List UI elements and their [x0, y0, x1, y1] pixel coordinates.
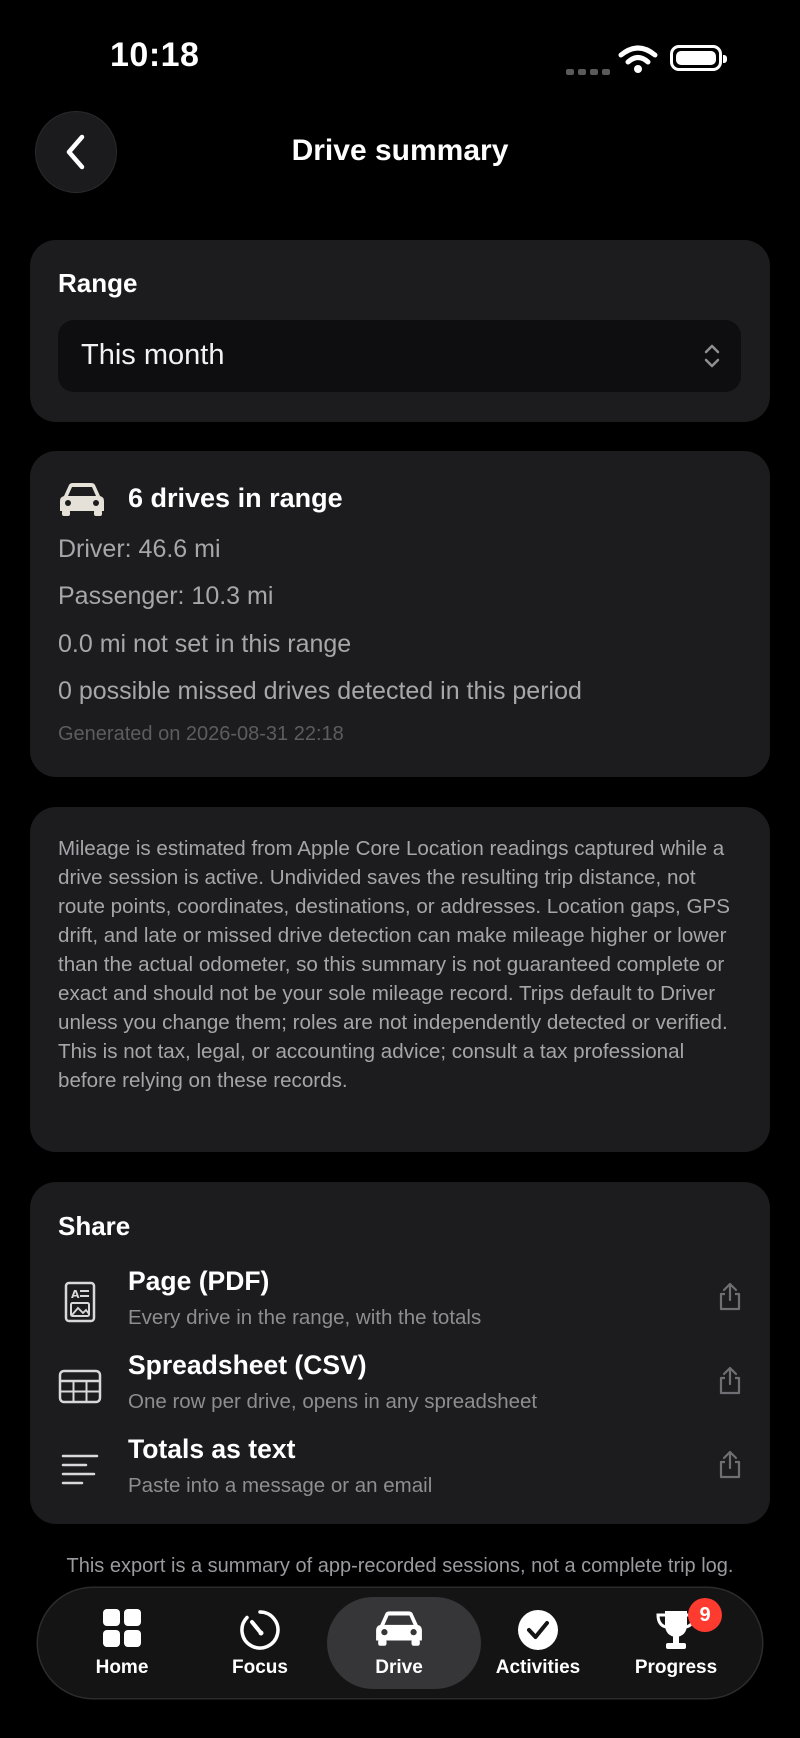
- car-icon: [374, 1608, 424, 1653]
- cellular-signal-icon: [566, 62, 614, 80]
- tab-label: Home: [95, 1657, 149, 1678]
- share-label: Share: [58, 1211, 131, 1241]
- tab-progress[interactable]: 9 Progress: [606, 1588, 746, 1698]
- generated-timestamp: Generated on 2026-08-31 22:18: [58, 723, 344, 745]
- disclaimer-text: Mileage is estimated from Apple Core Loc…: [58, 837, 730, 1092]
- share-item-title: Spreadsheet (CSV): [128, 1350, 367, 1380]
- range-select[interactable]: This month: [58, 320, 741, 392]
- pdf-document-icon: A: [58, 1280, 102, 1329]
- tab-drive[interactable]: Drive: [327, 1588, 481, 1698]
- not-set-miles: 0.0 mi not set in this range: [58, 630, 352, 658]
- share-csv-row[interactable]: Spreadsheet (CSV) One row per drive, ope…: [30, 1350, 770, 1430]
- battery-icon: [670, 45, 727, 71]
- share-item-title: Totals as text: [128, 1434, 296, 1464]
- tab-label: Progress: [634, 1657, 718, 1678]
- tab-label: Focus: [232, 1657, 288, 1678]
- car-icon: [58, 480, 106, 523]
- driver-miles: Driver: 46.6 mi: [58, 535, 221, 563]
- drives-count-title: 6 drives in range: [128, 483, 343, 513]
- share-item-subtitle: One row per drive, opens in any spreadsh…: [128, 1390, 538, 1413]
- text-lines-icon: [58, 1448, 102, 1497]
- share-item-subtitle: Every drive in the range, with the total…: [128, 1306, 482, 1329]
- passenger-miles: Passenger: 10.3 mi: [58, 582, 274, 610]
- share-icon: [718, 1282, 742, 1317]
- share-icon: [718, 1366, 742, 1401]
- tab-focus[interactable]: Focus: [190, 1588, 330, 1698]
- tab-home[interactable]: Home: [52, 1588, 192, 1698]
- range-selected-value: This month: [81, 339, 225, 371]
- share-item-title: Page (PDF): [128, 1266, 270, 1296]
- svg-text:A: A: [71, 1288, 80, 1301]
- tab-bar: Home Focus Drive Activities 9 Progress: [38, 1588, 762, 1698]
- export-footer-note: This export is a summary of app-recorded…: [66, 1555, 734, 1577]
- tab-activities[interactable]: Activities: [468, 1588, 608, 1698]
- status-time: 10:18: [110, 36, 200, 74]
- checkmark-circle-icon: [516, 1608, 560, 1657]
- notification-badge: 9: [688, 1598, 722, 1632]
- chevron-up-down-icon: [704, 344, 720, 368]
- range-label: Range: [58, 268, 138, 298]
- tab-label: Drive: [375, 1657, 423, 1678]
- share-text-row[interactable]: Totals as text Paste into a message or a…: [30, 1434, 770, 1514]
- share-icon: [718, 1450, 742, 1485]
- page-title: Drive summary: [291, 134, 509, 167]
- tab-label: Activities: [495, 1657, 581, 1678]
- wifi-icon: [618, 44, 658, 79]
- timer-icon: [238, 1608, 282, 1657]
- share-item-subtitle: Paste into a message or an email: [128, 1474, 433, 1497]
- share-pdf-row[interactable]: A Page (PDF) Every drive in the range, w…: [30, 1266, 770, 1346]
- missed-drives: 0 possible missed drives detected in thi…: [58, 677, 582, 705]
- grid-icon: [102, 1608, 142, 1653]
- table-grid-icon: [58, 1364, 102, 1413]
